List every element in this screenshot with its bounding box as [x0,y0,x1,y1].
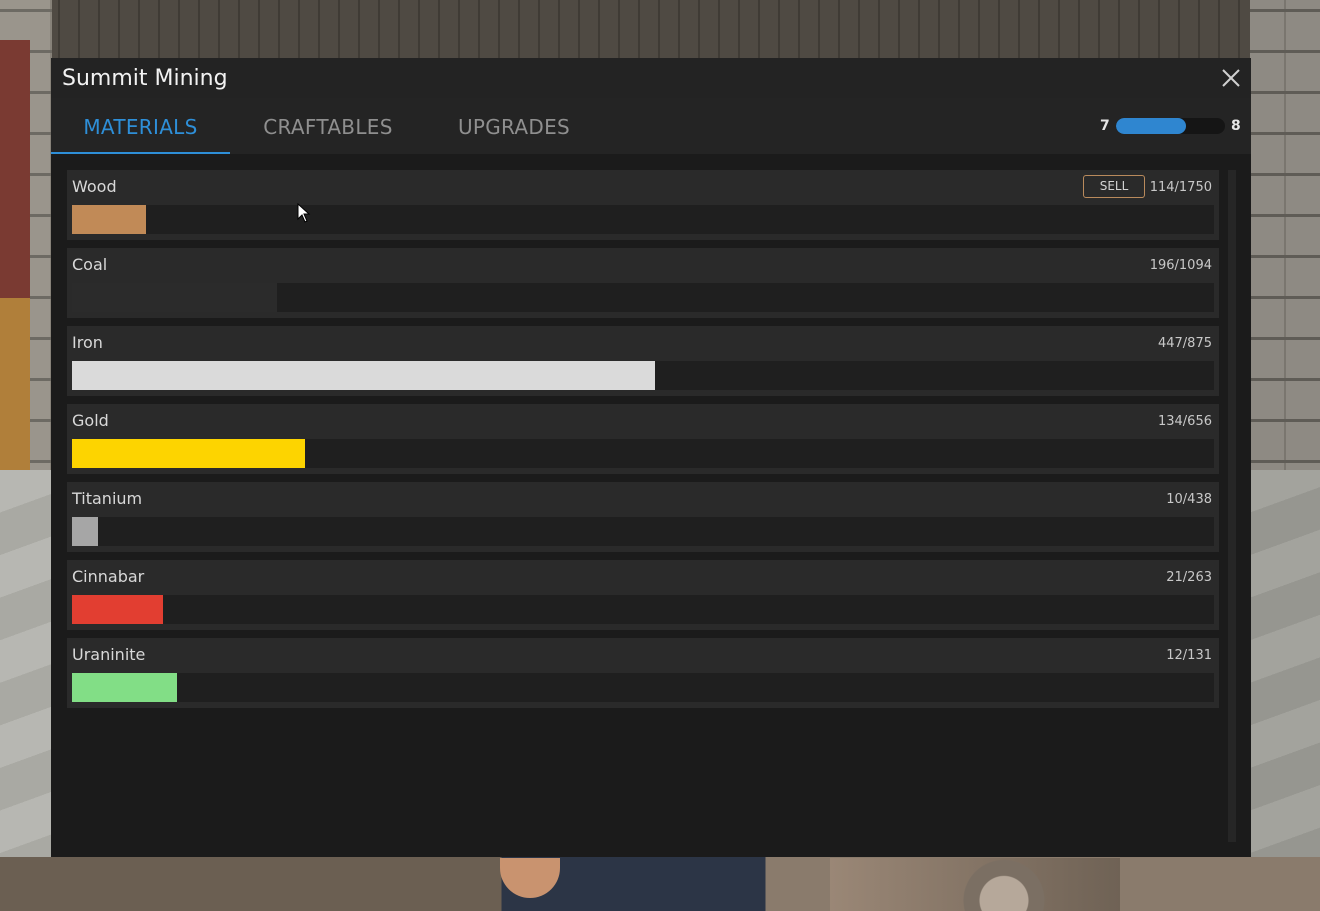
material-count: 134/656 [1157,414,1212,429]
material-name: Iron [72,333,103,352]
material-progress-fill [72,439,306,468]
material-row-wood: Wood SELL 114/1750 [67,170,1219,240]
material-progress-bar [72,517,1214,546]
material-count: 21/263 [1166,570,1212,585]
material-row-uraninite: Uraninite 12/131 [67,638,1219,708]
material-name: Coal [72,255,108,274]
level-next: 8 [1231,118,1241,134]
material-progress-fill [72,517,99,546]
material-count: 447/875 [1157,336,1212,351]
material-count: 114/1750 [1149,180,1212,195]
tab-craftables[interactable]: CRAFTABLES [251,98,405,154]
material-row-titanium: Titanium 10/438 [67,482,1219,552]
sell-button[interactable]: SELL [1083,175,1145,198]
material-progress-fill [72,283,277,312]
title-bar: Summit Mining [51,58,1251,98]
material-name: Gold [72,411,109,430]
material-row-cinnabar: Cinnabar 21/263 [67,560,1219,630]
material-progress-fill [72,673,177,702]
material-progress-bar [72,283,1214,312]
material-progress-bar [72,205,1214,234]
floor-left [0,470,52,911]
material-progress-fill [72,361,656,390]
player-view-bottom [0,857,1320,911]
material-progress-bar [72,361,1214,390]
level-progress-bar [1116,118,1225,134]
material-progress-fill [72,205,147,234]
materials-list: Wood SELL 114/1750 Coal 196/1094 Iron 447/875 G… [67,170,1219,716]
material-count: 12/131 [1166,648,1212,663]
material-progress-fill [72,595,164,624]
material-row-gold: Gold 134/656 [67,404,1219,474]
level-progress-fill [1116,118,1186,134]
material-name: Cinnabar [72,567,145,586]
material-progress-bar [72,439,1214,468]
mining-window: Summit Mining MATERIALS CRAFTABLES UPGRA… [51,58,1251,857]
level-current: 7 [1100,118,1110,134]
material-count: 10/438 [1166,492,1212,507]
tab-upgrades[interactable]: UPGRADES [447,98,581,154]
material-name: Uraninite [72,645,146,664]
material-count: 196/1094 [1149,258,1212,273]
mouse-pointer-icon [297,203,311,223]
close-button[interactable] [1219,66,1243,90]
floor-right [1250,470,1320,911]
tab-materials[interactable]: MATERIALS [51,98,230,154]
material-row-coal: Coal 196/1094 [67,248,1219,318]
material-progress-bar [72,595,1214,624]
material-row-iron: Iron 447/875 [67,326,1219,396]
tab-bar: MATERIALS CRAFTABLES UPGRADES 7 8 [51,98,1251,154]
scrollbar[interactable] [1228,170,1236,842]
close-icon [1222,69,1240,87]
material-progress-bar [72,673,1214,702]
pole [0,40,30,470]
material-name: Titanium [72,489,143,508]
material-name: Wood [72,177,117,196]
machine [830,858,1120,911]
window-title: Summit Mining [62,66,228,91]
